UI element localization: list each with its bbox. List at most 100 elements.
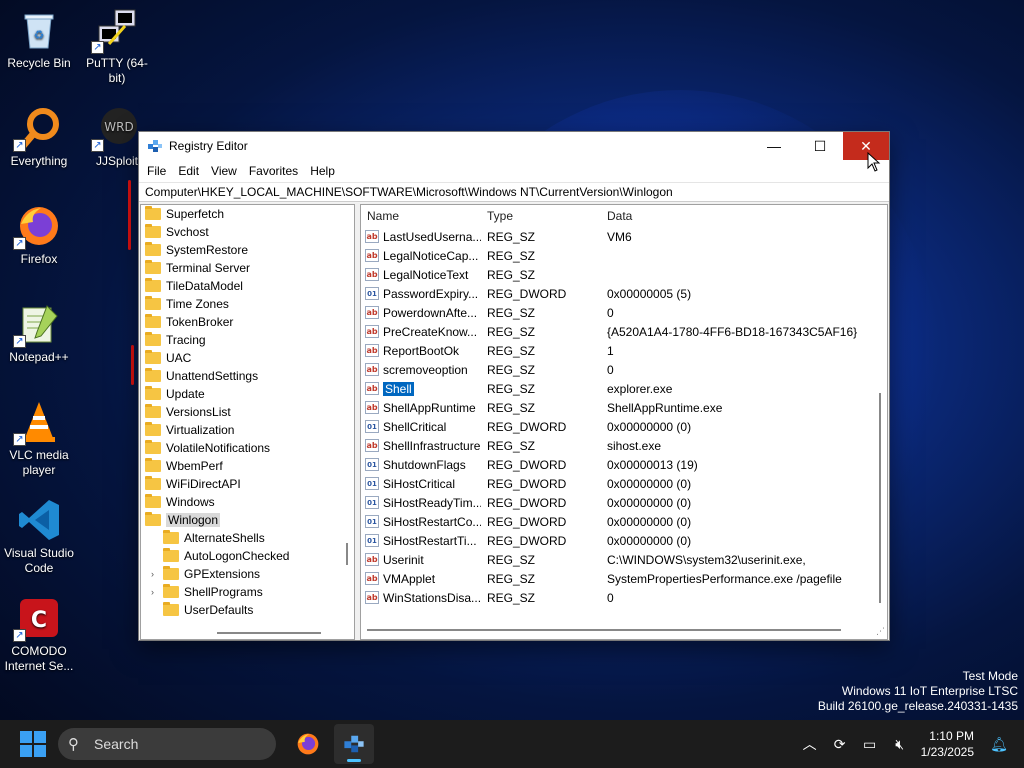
value-name-cell: ab PreCreateKnow... bbox=[361, 325, 481, 339]
value-row[interactable]: ab PreCreateKnow... REG_SZ {A520A1A4-1780-4… bbox=[361, 322, 887, 341]
tree-item[interactable]: UnattendSettings bbox=[141, 367, 354, 385]
value-row[interactable]: ab LegalNoticeText REG_SZ bbox=[361, 265, 887, 284]
string-value-icon: ab bbox=[365, 230, 379, 243]
resize-grip-icon[interactable]: ⋰ bbox=[876, 626, 885, 637]
column-header-data[interactable]: Data bbox=[601, 209, 887, 223]
taskbar-firefox[interactable] bbox=[288, 724, 328, 764]
value-name-cell: 01 SiHostReadyTim... bbox=[361, 496, 481, 510]
vertical-scrollbar[interactable] bbox=[346, 543, 348, 565]
desktop-icon-comodo[interactable]: C ↗ COMODO Internet Se... bbox=[0, 596, 78, 674]
value-row[interactable]: 01 SiHostReadyTim... REG_DWORD 0x00000000 (… bbox=[361, 493, 887, 512]
tree-item[interactable]: VolatileNotifications bbox=[141, 439, 354, 457]
value-row[interactable]: ab LastUsedUserna... REG_SZ VM6 bbox=[361, 227, 887, 246]
close-button[interactable]: ✕ bbox=[843, 132, 889, 160]
tree-item[interactable]: TokenBroker bbox=[141, 313, 354, 331]
folder-icon bbox=[145, 242, 161, 256]
tree-item[interactable]: Tracing bbox=[141, 331, 354, 349]
folder-icon bbox=[145, 350, 161, 364]
desktop-icon-putty[interactable]: ↗ PuTTY (64-bit) bbox=[78, 8, 156, 86]
sync-icon[interactable]: ⟳ bbox=[825, 736, 855, 753]
tree-item-label: UserDefaults bbox=[184, 603, 254, 617]
value-row[interactable]: ab ReportBootOk REG_SZ 1 bbox=[361, 341, 887, 360]
menu-view[interactable]: View bbox=[205, 164, 243, 178]
notification-bell-icon[interactable]: 🔔︎ bbox=[984, 736, 1014, 753]
clock[interactable]: 1:10 PM 1/23/2025 bbox=[921, 728, 974, 760]
tree-item[interactable]: UAC bbox=[141, 349, 354, 367]
value-type: REG_SZ bbox=[487, 362, 536, 377]
values-list[interactable]: Name Type Data ab LastUsedUserna... REG_SZ… bbox=[360, 204, 888, 640]
tree-item[interactable]: › ShellPrograms bbox=[141, 583, 354, 601]
desktop-icon-firefox[interactable]: ↗ Firefox bbox=[0, 204, 78, 267]
taskbar-search[interactable]: ⚲ Search bbox=[58, 728, 276, 760]
desktop-icon-vlc[interactable]: ↗ VLC media player bbox=[0, 400, 78, 478]
chevron-right-icon[interactable]: › bbox=[151, 569, 163, 579]
tree-item[interactable]: Time Zones bbox=[141, 295, 354, 313]
binary-value-icon: 01 bbox=[365, 496, 379, 509]
start-button[interactable] bbox=[20, 731, 46, 757]
tree-item[interactable]: VersionsList bbox=[141, 403, 354, 421]
value-row[interactable]: ab Shell REG_SZ explorer.exe bbox=[361, 379, 887, 398]
menu-help[interactable]: Help bbox=[304, 164, 341, 178]
chevron-right-icon[interactable]: › bbox=[151, 587, 163, 597]
tree-item[interactable]: UserDefaults bbox=[141, 601, 354, 619]
horizontal-scrollbar[interactable] bbox=[367, 629, 841, 631]
value-row[interactable]: 01 ShellCritical REG_DWORD 0x00000000 (0) bbox=[361, 417, 887, 436]
value-row[interactable]: ab WinStationsDisa... REG_SZ 0 bbox=[361, 588, 887, 607]
tree-item-label: Tracing bbox=[166, 333, 206, 347]
string-value-icon: ab bbox=[365, 572, 379, 585]
value-data: 0x00000000 (0) bbox=[607, 533, 692, 548]
taskbar-registry-editor[interactable] bbox=[334, 724, 374, 764]
window-title: Registry Editor bbox=[169, 139, 248, 153]
tree-item[interactable]: AutoLogonChecked bbox=[141, 547, 354, 565]
horizontal-scrollbar[interactable] bbox=[217, 632, 321, 634]
chevron-up-icon[interactable]: ︿ bbox=[795, 734, 825, 754]
value-data: 0 bbox=[607, 305, 614, 320]
tree-item[interactable]: Terminal Server bbox=[141, 259, 354, 277]
title-bar[interactable]: Registry Editor — ☐ ✕ bbox=[139, 132, 889, 160]
tree-item[interactable]: Windows bbox=[141, 493, 354, 511]
value-row[interactable]: ab scremoveoption REG_SZ 0 bbox=[361, 360, 887, 379]
column-header-name[interactable]: Name bbox=[361, 209, 481, 223]
value-row[interactable]: ab ShellAppRuntime REG_SZ ShellAppRuntime.e… bbox=[361, 398, 887, 417]
tree-item[interactable]: TileDataModel bbox=[141, 277, 354, 295]
vscode-icon bbox=[17, 498, 61, 542]
folder-icon bbox=[145, 440, 161, 454]
tree-item[interactable]: WbemPerf bbox=[141, 457, 354, 475]
value-row[interactable]: 01 SiHostRestartTi... REG_DWORD 0x00000000 … bbox=[361, 531, 887, 550]
value-row[interactable]: 01 SiHostCritical REG_DWORD 0x00000000 (0) bbox=[361, 474, 887, 493]
column-header-type[interactable]: Type bbox=[481, 209, 601, 223]
value-row[interactable]: ab ShellInfrastructure REG_SZ sihost.exe bbox=[361, 436, 887, 455]
desktop-icon-notepadpp[interactable]: ↗ Notepad++ bbox=[0, 302, 78, 365]
tree-item[interactable]: WiFiDirectAPI bbox=[141, 475, 354, 493]
value-name-cell: 01 SiHostRestartTi... bbox=[361, 534, 481, 548]
network-icon[interactable]: ▭ bbox=[855, 736, 885, 753]
menu-favorites[interactable]: Favorites bbox=[243, 164, 304, 178]
value-row[interactable]: ab LegalNoticeCap... REG_SZ bbox=[361, 246, 887, 265]
minimize-button[interactable]: — bbox=[751, 132, 797, 160]
tree-item[interactable]: Winlogon bbox=[141, 511, 354, 529]
value-row[interactable]: 01 ShutdownFlags REG_DWORD 0x00000013 (19) bbox=[361, 455, 887, 474]
volume-muted-icon[interactable]: 🔇︎ bbox=[885, 736, 915, 753]
value-row[interactable]: ab Userinit REG_SZ C:\WINDOWS\system32\user… bbox=[361, 550, 887, 569]
key-tree[interactable]: Superfetch Svchost SystemRestore Terminal S… bbox=[140, 204, 355, 640]
menu-edit[interactable]: Edit bbox=[172, 164, 205, 178]
value-row[interactable]: ab PowerdownAfte... REG_SZ 0 bbox=[361, 303, 887, 322]
desktop-icon-vscode[interactable]: Visual Studio Code bbox=[0, 498, 78, 576]
tree-item[interactable]: Svchost bbox=[141, 223, 354, 241]
value-row[interactable]: ab VMApplet REG_SZ SystemPropertiesPerforma… bbox=[361, 569, 887, 588]
menu-file[interactable]: File bbox=[141, 164, 172, 178]
tree-item[interactable]: Update bbox=[141, 385, 354, 403]
value-row[interactable]: 01 SiHostRestartCo... REG_DWORD 0x00000000 … bbox=[361, 512, 887, 531]
tree-item[interactable]: SystemRestore bbox=[141, 241, 354, 259]
tree-item[interactable]: Superfetch bbox=[141, 205, 354, 223]
value-name: ShutdownFlags bbox=[383, 457, 466, 472]
value-row[interactable]: 01 PasswordExpiry... REG_DWORD 0x00000005 (… bbox=[361, 284, 887, 303]
tree-item[interactable]: › GPExtensions bbox=[141, 565, 354, 583]
tree-item[interactable]: AlternateShells bbox=[141, 529, 354, 547]
vertical-scrollbar[interactable] bbox=[879, 393, 881, 603]
maximize-button[interactable]: ☐ bbox=[797, 132, 843, 160]
desktop-icon-everything[interactable]: ↗ Everything bbox=[0, 106, 78, 169]
desktop-icon-recycle-bin[interactable]: ♻ Recycle Bin bbox=[0, 8, 78, 71]
tree-item[interactable]: Virtualization bbox=[141, 421, 354, 439]
address-bar[interactable]: Computer\HKEY_LOCAL_MACHINE\SOFTWARE\Mic… bbox=[139, 182, 889, 202]
